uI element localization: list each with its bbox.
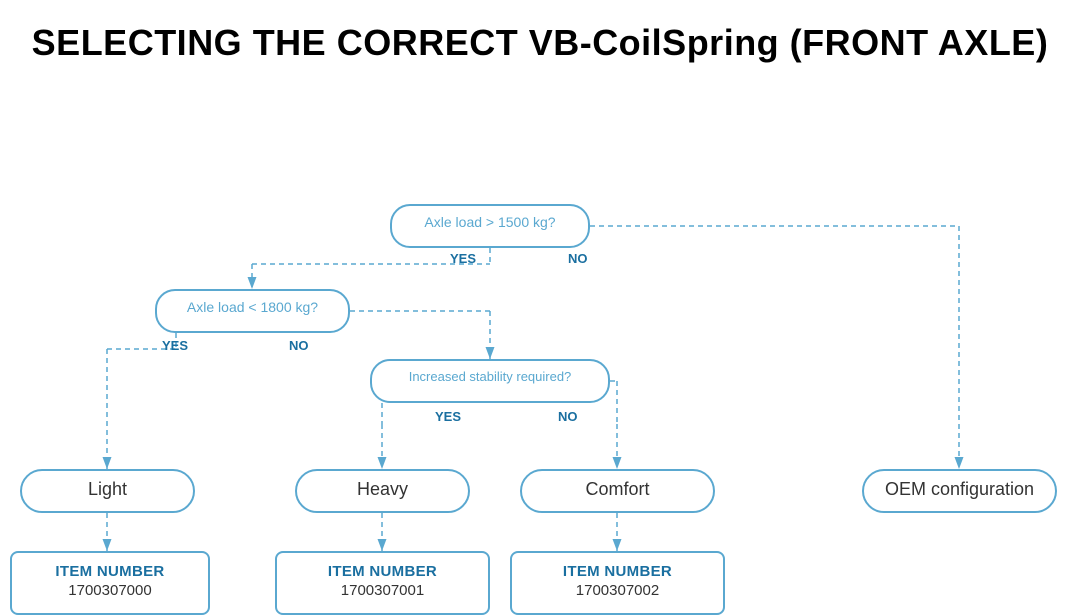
d2-no-label: NO (289, 338, 309, 353)
d3-yes-label: YES (435, 409, 461, 424)
item-label-3: ITEM NUMBER (526, 563, 709, 580)
decision-axle-1800: Axle load < 1800 kg? (155, 289, 350, 333)
result-light: Light (20, 469, 195, 513)
item-label-2: ITEM NUMBER (291, 563, 474, 580)
d2-yes-label: YES (162, 338, 188, 353)
result-oem: OEM configuration (862, 469, 1057, 513)
d1-yes-label: YES (450, 251, 476, 266)
d1-no-label: NO (568, 251, 588, 266)
decision-stability: Increased stability required? (370, 359, 610, 403)
result-comfort: Comfort (520, 469, 715, 513)
item-label-1: ITEM NUMBER (26, 563, 194, 580)
item-number-1: 1700307000 (26, 582, 194, 599)
result-heavy: Heavy (295, 469, 470, 513)
page-title: SELECTING THE CORRECT VB-CoilSpring (FRO… (0, 0, 1080, 74)
diagram-area: Axle load > 1500 kg? Axle load < 1800 kg… (0, 84, 1080, 574)
item-box-3: ITEM NUMBER 1700307002 (510, 551, 725, 615)
item-box-1: ITEM NUMBER 1700307000 (10, 551, 210, 615)
d3-no-label: NO (558, 409, 578, 424)
decision-axle-1500: Axle load > 1500 kg? (390, 204, 590, 248)
item-box-2: ITEM NUMBER 1700307001 (275, 551, 490, 615)
item-number-2: 1700307001 (291, 582, 474, 599)
item-number-3: 1700307002 (526, 582, 709, 599)
